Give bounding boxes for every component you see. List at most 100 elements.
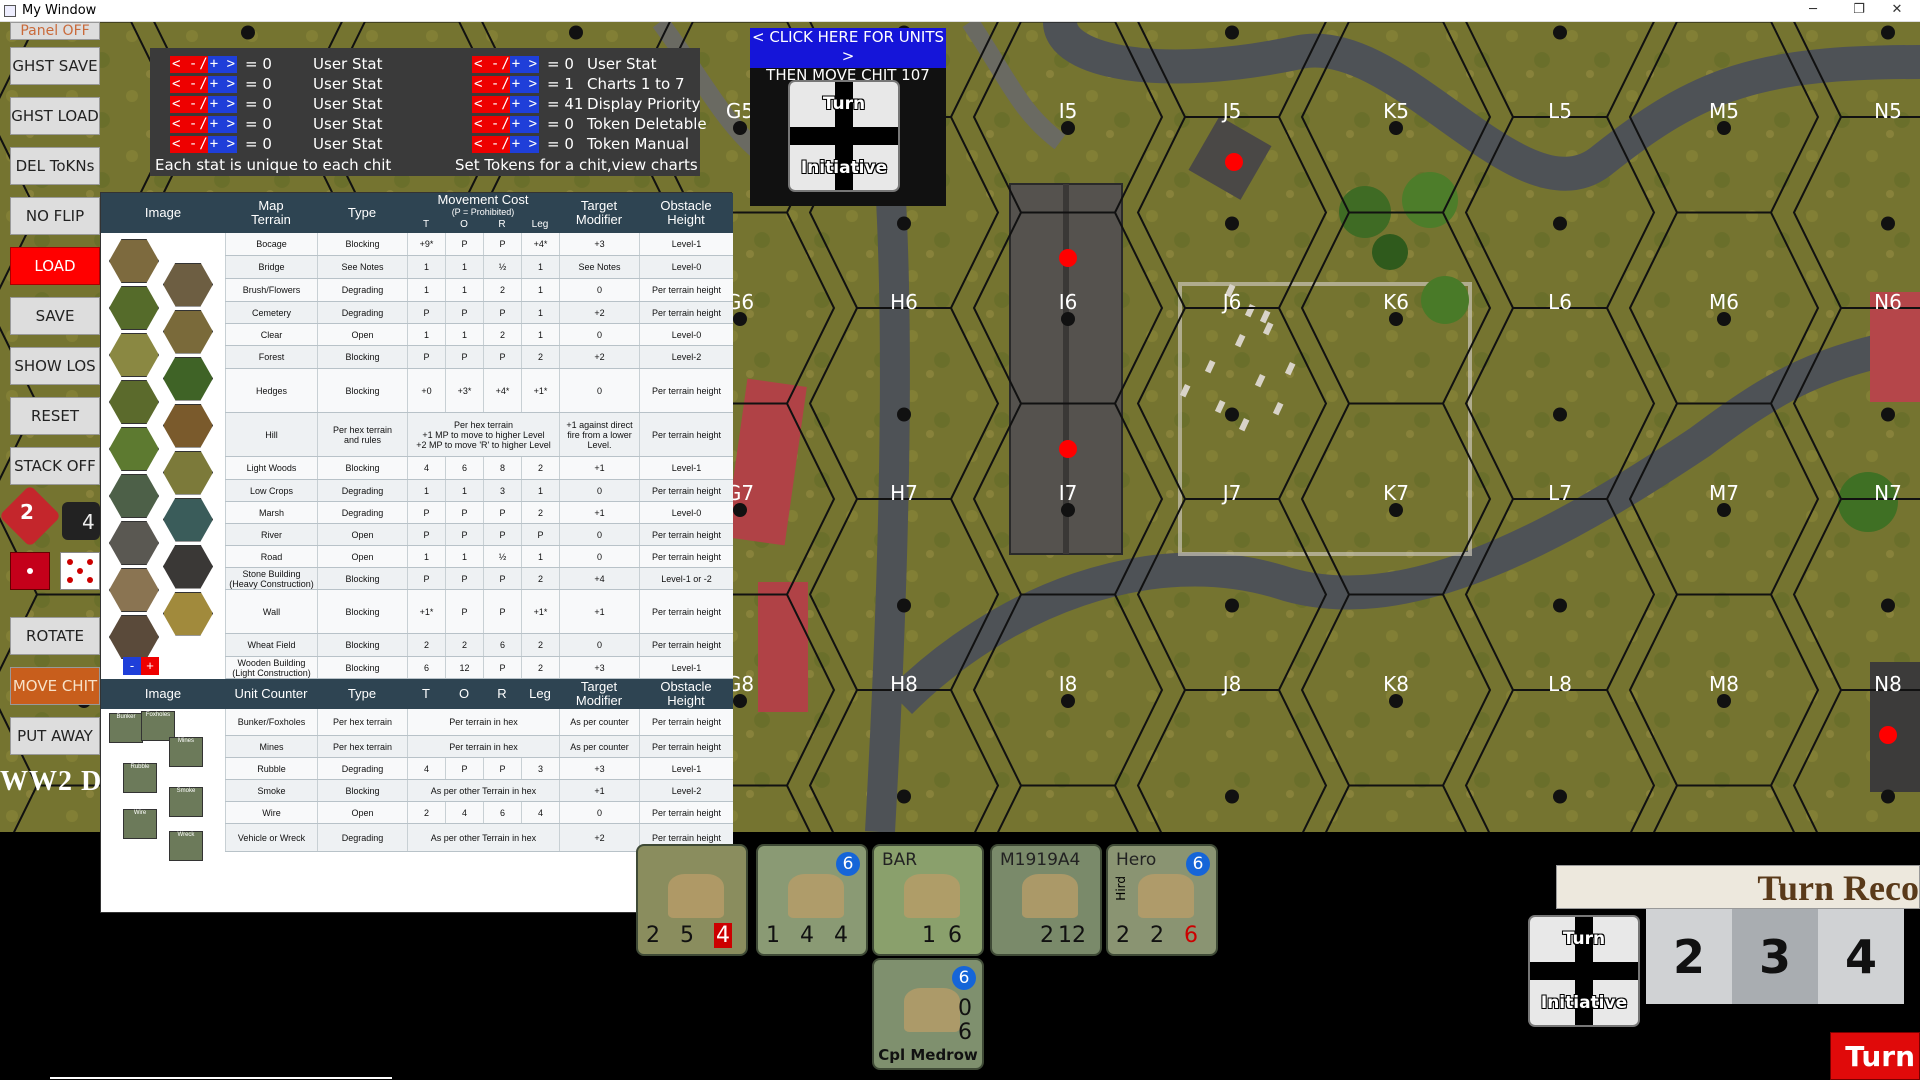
terrain-hex-thumbnail xyxy=(109,521,159,565)
decrement-button[interactable]: < - xyxy=(472,75,502,93)
turn-record-chit[interactable]: Turn Initiative xyxy=(1528,915,1640,1027)
terrain-cell-tm: 0 xyxy=(559,546,639,567)
terrain-cell-name: Wooden Building (Light Construction) xyxy=(225,657,317,678)
pip-icon xyxy=(87,577,93,583)
decrement-button[interactable]: < - xyxy=(472,95,502,113)
hex-label: I8 xyxy=(1059,672,1078,696)
stat-adjuster: < - / + > xyxy=(472,95,540,113)
increment-button[interactable]: + > xyxy=(509,115,540,133)
turn-button[interactable]: Turn xyxy=(1830,1032,1920,1080)
terrain-cell-leg: +4* xyxy=(521,233,559,255)
increment-button[interactable]: + > xyxy=(509,55,540,73)
decrement-button[interactable]: < - xyxy=(170,55,200,73)
increment-button[interactable]: + > xyxy=(207,55,238,73)
marker-dot[interactable] xyxy=(1225,153,1243,171)
stack-off-button[interactable]: STACK OFF xyxy=(10,447,100,485)
hex-label: M8 xyxy=(1709,672,1739,696)
unit-counter[interactable]: BAR 1 6 xyxy=(872,844,984,956)
decrement-button[interactable]: < - xyxy=(170,135,200,153)
counter-cell-t: 4 xyxy=(407,758,445,779)
hex-center-dot xyxy=(1717,503,1731,517)
units-button[interactable]: < CLICK HERE FOR UNITS > THEN MOVE CHIT … xyxy=(750,28,946,84)
put-away-button[interactable]: PUT AWAY xyxy=(10,717,100,755)
ghost-load-button[interactable]: GHST LOAD xyxy=(10,97,100,135)
decrement-button[interactable]: < - xyxy=(472,55,502,73)
terrain-hex-thumbnail xyxy=(163,497,213,542)
white-die[interactable] xyxy=(60,552,100,590)
turn-cell-3[interactable]: 3 xyxy=(1732,909,1818,1004)
hex-center-dot xyxy=(897,216,911,231)
counter-cell-type: Degrading xyxy=(317,758,407,779)
terrain-cell-tm: +2 xyxy=(559,302,639,323)
counter-cell-oh: Level-2 xyxy=(639,780,733,801)
stat-row: < - / + > = 0 User Stat xyxy=(170,114,382,134)
no-flip-button[interactable]: NO FLIP xyxy=(10,197,100,235)
stat-value: = 0 xyxy=(547,55,574,73)
hex-center-dot xyxy=(1389,312,1403,326)
unit-counter[interactable]: Hero Hird 6 2 2 6 xyxy=(1106,844,1218,956)
terrain-cell-type: Blocking xyxy=(317,634,407,656)
turn-initiative-chit[interactable]: Turn Initiative xyxy=(788,80,900,192)
chart-header: Image Map Terrain Type Movement Cost (P = Pr… xyxy=(101,193,733,233)
unit-counter[interactable]: M1919A4 2 12 xyxy=(990,844,1102,956)
stat-label: Charts 1 to 7 xyxy=(587,75,685,93)
increment-button[interactable]: + > xyxy=(509,135,540,153)
terrain-cell-oh: Level-0 xyxy=(639,256,733,278)
red-die-value: 2 xyxy=(20,500,34,524)
unit-counter[interactable]: 6144 xyxy=(756,844,868,956)
close-button[interactable]: ✕ xyxy=(1874,0,1920,22)
counter-image-column: Bunker Foxholes Mines Rubble Smoke Wire Wreck xyxy=(101,709,225,861)
ghost-save-button[interactable]: GHST SAVE xyxy=(10,47,100,85)
decrement-button[interactable]: < - xyxy=(170,95,200,113)
load-button[interactable]: LOAD xyxy=(10,247,100,285)
stat-label: User Stat xyxy=(587,55,657,73)
terrain-effects-chart[interactable]: Image Map Terrain Type Movement Cost (P = Pr… xyxy=(100,192,733,913)
decrement-button[interactable]: < - xyxy=(170,115,200,133)
counter-cell-tm: 0 xyxy=(559,802,639,823)
decrement-button[interactable]: < - xyxy=(472,115,502,133)
increment-button[interactable]: + > xyxy=(509,75,540,93)
save-button[interactable]: SAVE xyxy=(10,297,100,335)
terrain-cell-o: P xyxy=(445,233,483,255)
minimize-button[interactable]: ─ xyxy=(1790,0,1836,22)
increase-button[interactable]: + xyxy=(141,657,159,675)
rotate-button[interactable]: ROTATE xyxy=(10,617,100,655)
terrain-cell-r: 3 xyxy=(483,480,521,501)
increment-button[interactable]: + > xyxy=(207,75,238,93)
hex-center-dot xyxy=(1061,694,1075,708)
increment-button[interactable]: + > xyxy=(207,115,238,133)
terrain-cell-leg: P xyxy=(521,524,559,545)
terrain-cell-tm: +4 xyxy=(559,568,639,589)
increment-button[interactable]: + > xyxy=(207,135,238,153)
header-t: T xyxy=(422,219,430,230)
hex-label: L6 xyxy=(1548,290,1572,314)
terrain-cell-t: 4 xyxy=(407,457,445,479)
terrain-hex-thumbnail xyxy=(163,450,213,495)
terrain-cell-tm: 0 xyxy=(559,324,639,345)
turn-cell-4[interactable]: 4 xyxy=(1818,909,1904,1004)
window-titlebar: My Window ─ ❐ ✕ xyxy=(0,0,1920,22)
unit-counter[interactable]: 254 xyxy=(636,844,748,956)
move-chit-button[interactable]: MOVE CHIT xyxy=(10,667,100,705)
stat-adjuster: < - / + > xyxy=(472,135,540,153)
counter-cell-o: P xyxy=(445,758,483,779)
panel-off-button[interactable]: Panel OFF xyxy=(10,22,100,40)
show-los-button[interactable]: SHOW LOS xyxy=(10,347,100,385)
marker-dot[interactable] xyxy=(1059,249,1077,267)
reset-button[interactable]: RESET xyxy=(10,397,100,435)
decrement-button[interactable]: < - xyxy=(170,75,200,93)
delete-tokens-button[interactable]: DEL ToKNs xyxy=(10,147,100,185)
die-roll-button[interactable] xyxy=(10,552,50,590)
unit-counter[interactable]: 6 0 6 Cpl Medrow xyxy=(872,958,984,1070)
decrement-button[interactable]: < - xyxy=(472,135,502,153)
turn-cell-2[interactable]: 2 xyxy=(1646,909,1732,1004)
header-type: Type xyxy=(347,205,377,220)
soldier-icon xyxy=(1022,874,1078,918)
marker-dot[interactable] xyxy=(1059,440,1077,458)
increment-button[interactable]: + > xyxy=(509,95,540,113)
decrease-button[interactable]: - xyxy=(123,657,141,675)
hex-center-dot xyxy=(1717,694,1731,708)
marker-dot[interactable] xyxy=(1879,726,1897,744)
stat-row: < - / + > = 1 Charts 1 to 7 xyxy=(472,74,685,94)
increment-button[interactable]: + > xyxy=(207,95,238,113)
